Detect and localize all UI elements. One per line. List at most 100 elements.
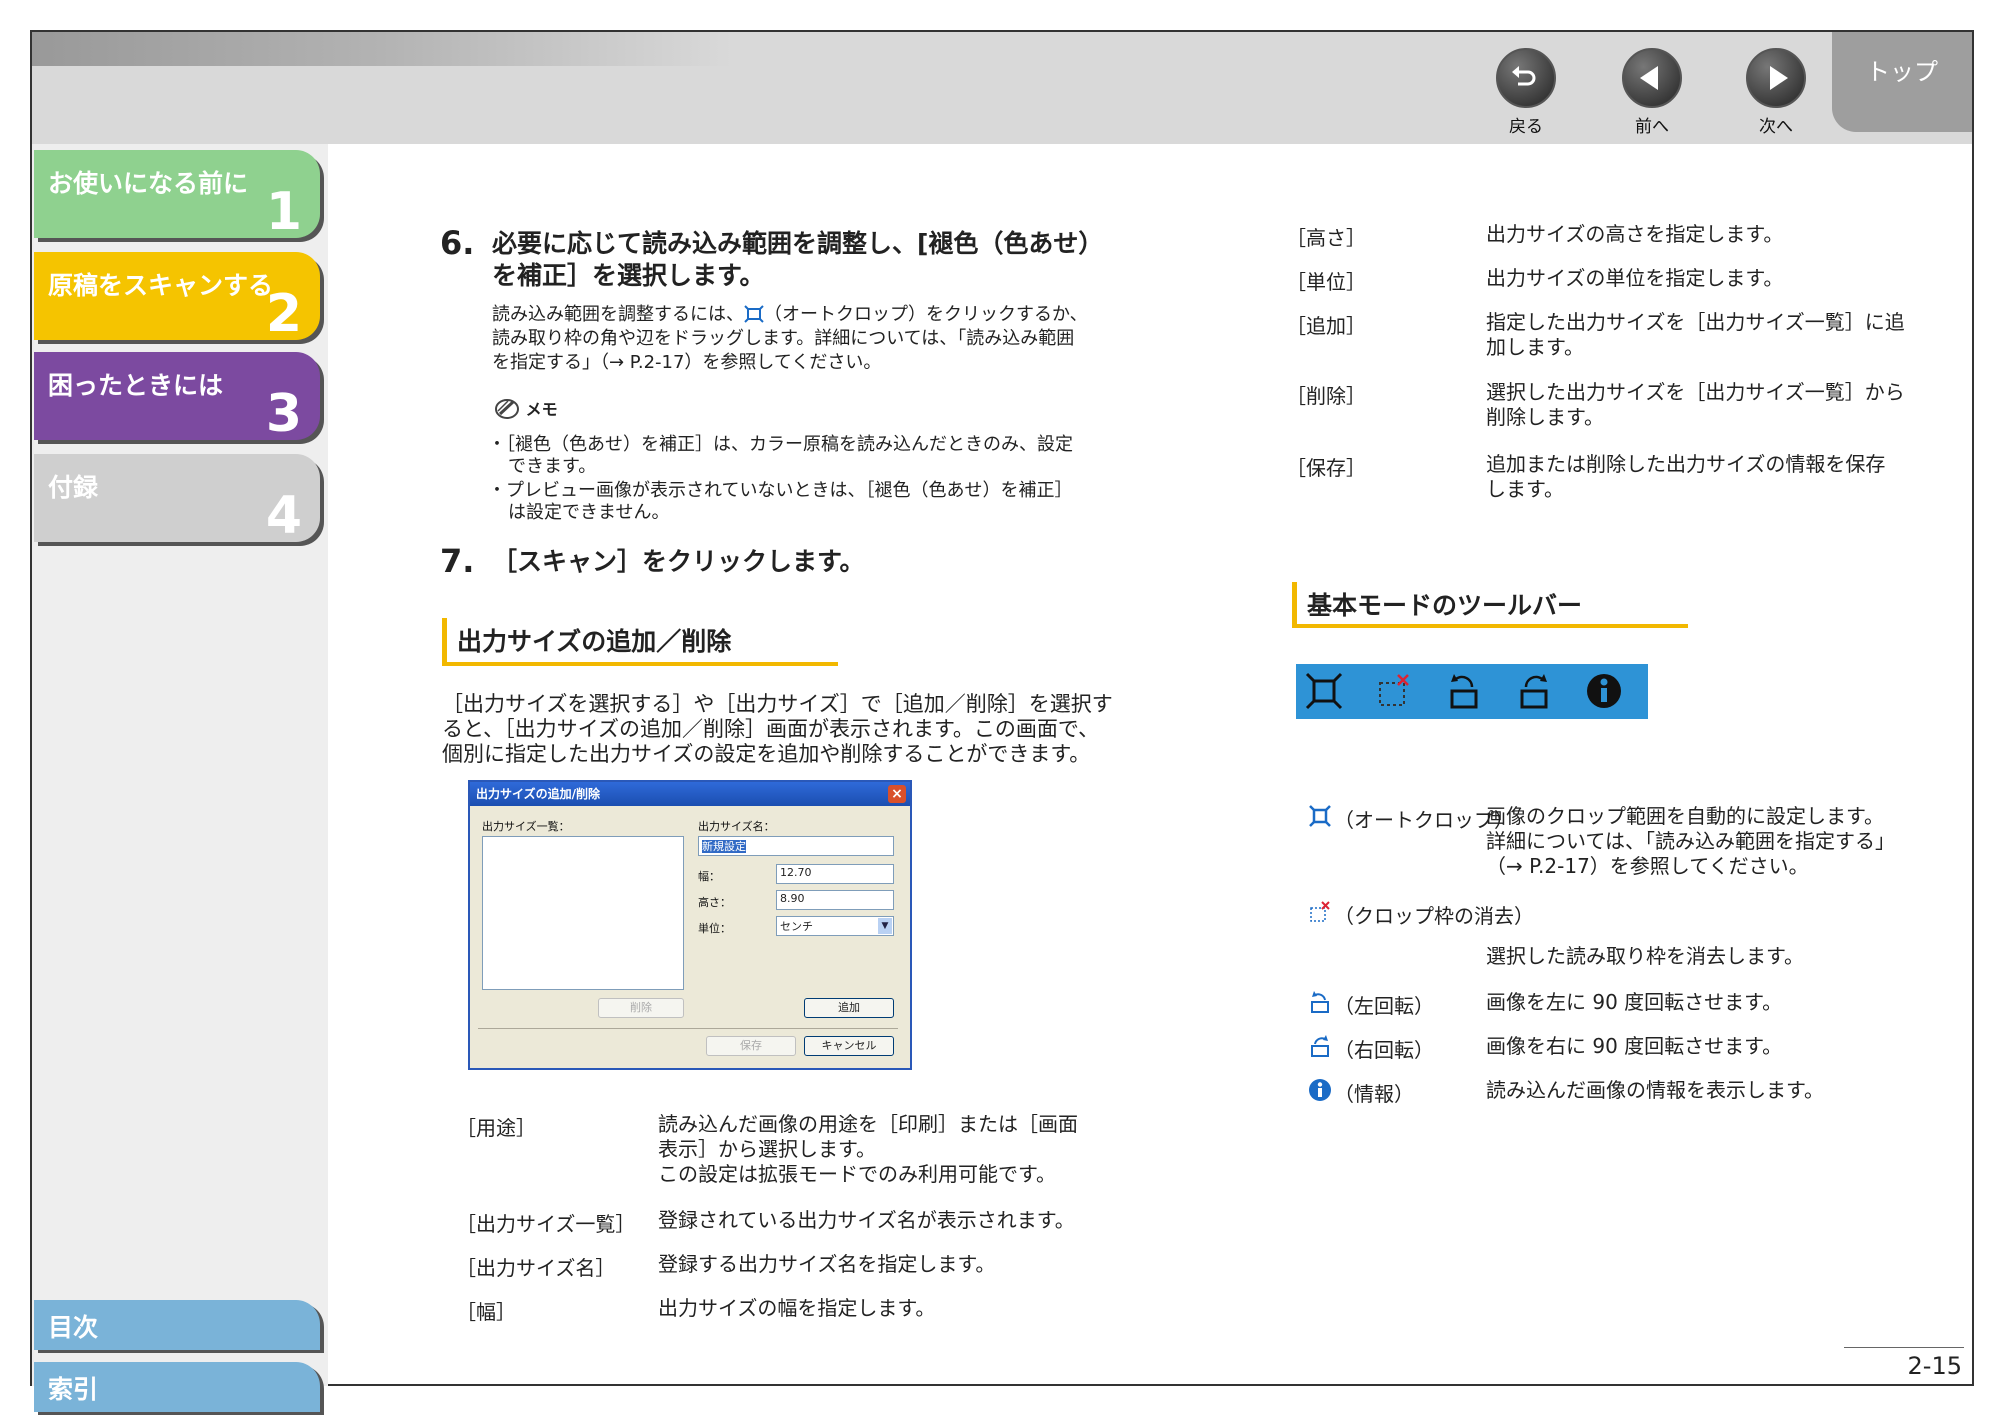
step-title: ［スキャン］をクリックします。	[492, 547, 865, 576]
term-description: 出力サイズの幅を指定します。	[658, 1296, 936, 1320]
back-label: 戻る	[1509, 117, 1543, 137]
unit-value: センチ	[780, 920, 813, 933]
step-body-text: 読み取り枠の角や辺をドラッグします。詳細については、「読み込み範囲	[492, 328, 1075, 349]
auto-crop-icon[interactable]	[1304, 671, 1344, 711]
rotate-right-icon[interactable]	[1514, 671, 1554, 711]
tool-description: 画像のクロップ範囲を自動的に設定します。	[1486, 804, 1884, 828]
term-label: ［用途］	[456, 1116, 536, 1140]
dialog-divider	[478, 1028, 898, 1029]
prev-arrow-icon	[1622, 48, 1682, 108]
term-description: 読み込んだ画像の用途を［印刷］または［画面	[658, 1112, 1078, 1136]
section-heading: 基本モードのツールバー	[1292, 582, 1592, 628]
chapter-label: お使いになる前に	[48, 169, 249, 198]
top-tab[interactable]: トップ	[1832, 32, 1972, 132]
term-description: 追加または削除した出力サイズの情報を保存	[1486, 452, 1886, 476]
chapter-number: 4	[265, 486, 302, 546]
term-description: 登録されている出力サイズ名が表示されます。	[658, 1208, 1075, 1232]
size-name-field[interactable]: 新規設定	[698, 836, 894, 856]
pencil-icon	[495, 399, 519, 419]
chapter-number: 3	[265, 384, 302, 444]
chevron-down-icon: ▼	[878, 918, 892, 934]
clear-crop-icon[interactable]	[1374, 671, 1414, 711]
cancel-button[interactable]: キャンセル	[804, 1036, 894, 1056]
step-body: 読み込み範囲を調整するには、 （オートクロップ）をクリックするか、	[492, 304, 1088, 326]
section-underline	[442, 662, 838, 666]
close-icon[interactable]: ×	[888, 785, 906, 803]
tool-description: 選択した読み取り枠を消去します。	[1486, 944, 1804, 968]
chapter-number: 2	[265, 284, 302, 344]
back-button[interactable]: 戻る	[1486, 48, 1566, 137]
chapter-label: 困ったときには	[48, 371, 224, 400]
chapter-label: 原稿をスキャンする	[48, 271, 274, 300]
memo-text: は設定できません。	[508, 502, 670, 523]
width-field[interactable]: 12.70	[776, 864, 894, 884]
prev-button[interactable]: 前へ	[1612, 48, 1692, 137]
rotate-right-icon	[1311, 1035, 1329, 1057]
tool-label: （左回転）	[1334, 994, 1434, 1018]
term-description: 出力サイズの高さを指定します。	[1486, 222, 1784, 246]
dialog-title: 出力サイズの追加/削除	[476, 787, 601, 801]
term-label: ［高さ］	[1286, 226, 1366, 250]
memo-text: ・プレビュー画像が表示されていないときは、［褪色（色あせ）を補正］	[488, 480, 1073, 501]
tool-description: （→ P.2-17）を参照してください。	[1486, 854, 1809, 878]
tool-description: 読み込んだ画像の情報を表示します。	[1486, 1078, 1824, 1102]
add-button[interactable]: 追加	[804, 998, 894, 1018]
term-label: ［追加］	[1286, 314, 1366, 338]
step-number: 6.	[440, 224, 475, 262]
term-label: ［単位］	[1286, 270, 1366, 294]
size-list[interactable]	[482, 836, 684, 990]
page-frame: 戻る 前へ 次へ トップ お使いになる前に 1 原稿をスキャンする 2 困ったと…	[30, 30, 1974, 1412]
term-description: 加します。	[1486, 335, 1584, 359]
tool-label: （クロップ枠の消去）	[1334, 904, 1534, 928]
memo-text: できます。	[508, 456, 597, 477]
size-list-label: 出力サイズ一覧：	[482, 820, 570, 833]
size-name-value: 新規設定	[702, 840, 746, 853]
chapter-tab-2[interactable]: 原稿をスキャンする 2	[34, 252, 320, 340]
term-description: 表示］から選択します。	[658, 1137, 876, 1161]
term-label: ［出力サイズ名］	[456, 1256, 616, 1280]
unit-select[interactable]: センチ ▼	[776, 916, 894, 936]
tool-label: （情報）	[1334, 1082, 1414, 1106]
top-gradient-band	[32, 32, 732, 66]
step-body-text: 読み込み範囲を調整するには、	[492, 304, 744, 325]
basic-mode-toolbar	[1296, 664, 1648, 719]
step-title: を補正］を選択します。	[492, 261, 765, 290]
memo-heading: メモ	[494, 398, 558, 421]
rotate-left-icon[interactable]	[1444, 671, 1484, 711]
index-tab[interactable]: 索引	[34, 1362, 320, 1412]
step-body-text: （オートクロップ）をクリックするか、	[764, 304, 1088, 325]
term-description: 選択した出力サイズを［出力サイズ一覧］から	[1486, 380, 1905, 404]
rotate-left-icon	[1311, 991, 1329, 1013]
term-description: 出力サイズの単位を指定します。	[1486, 266, 1784, 290]
main-content: 6. 必要に応じて読み込み範囲を調整し、[褪色（色あせ） を補正］を選択します。…	[328, 144, 1972, 1386]
next-button[interactable]: 次へ	[1736, 48, 1816, 137]
top-navigation-bar: 戻る 前へ 次へ トップ	[32, 32, 1972, 144]
chapter-tab-1[interactable]: お使いになる前に 1	[34, 150, 320, 238]
info-icon[interactable]	[1584, 671, 1624, 711]
memo-text: ・［褪色（色あせ）を補正］は、カラー原稿を読み込んだときのみ、設定	[488, 434, 1073, 455]
delete-button[interactable]: 削除	[598, 998, 684, 1018]
toc-tab[interactable]: 目次	[34, 1300, 320, 1350]
back-arrow-icon	[1496, 48, 1556, 108]
save-button[interactable]: 保存	[706, 1036, 796, 1056]
width-label: 幅：	[698, 870, 720, 883]
tool-description: 詳細については、「読み込み範囲を指定する」	[1486, 829, 1895, 853]
page-number: 2-15	[1907, 1352, 1962, 1380]
chapter-sidebar: お使いになる前に 1 原稿をスキャンする 2 困ったときには 3 付録 4 目次…	[32, 144, 328, 1412]
chapter-tab-3[interactable]: 困ったときには 3	[34, 352, 320, 440]
section-paragraph: ［出力サイズを選択する］や［出力サイズ］で［追加／削除］を選択す	[442, 692, 1113, 716]
term-label: ［保存］	[1286, 456, 1366, 480]
term-description: 削除します。	[1486, 405, 1604, 429]
section-paragraph: ると、［出力サイズの追加／削除］画面が表示されます。この画面で、	[442, 717, 1100, 741]
height-field[interactable]: 8.90	[776, 890, 894, 910]
term-description: 指定した出力サイズを［出力サイズ一覧］に追	[1486, 310, 1905, 334]
tool-description: 画像を左に 90 度回転させます。	[1486, 990, 1783, 1014]
output-size-dialog: 出力サイズの追加/削除 × 出力サイズ一覧： 出力サイズ名： 新規設定 幅： 1…	[468, 780, 912, 1070]
auto-crop-icon	[744, 305, 764, 323]
chapter-label: 付録	[48, 473, 99, 502]
next-label: 次へ	[1759, 117, 1793, 137]
chapter-tab-4[interactable]: 付録 4	[34, 454, 320, 542]
size-name-label: 出力サイズ名：	[698, 820, 775, 833]
dialog-titlebar: 出力サイズの追加/削除 ×	[470, 782, 910, 806]
term-description: 登録する出力サイズ名を指定します。	[658, 1252, 996, 1276]
